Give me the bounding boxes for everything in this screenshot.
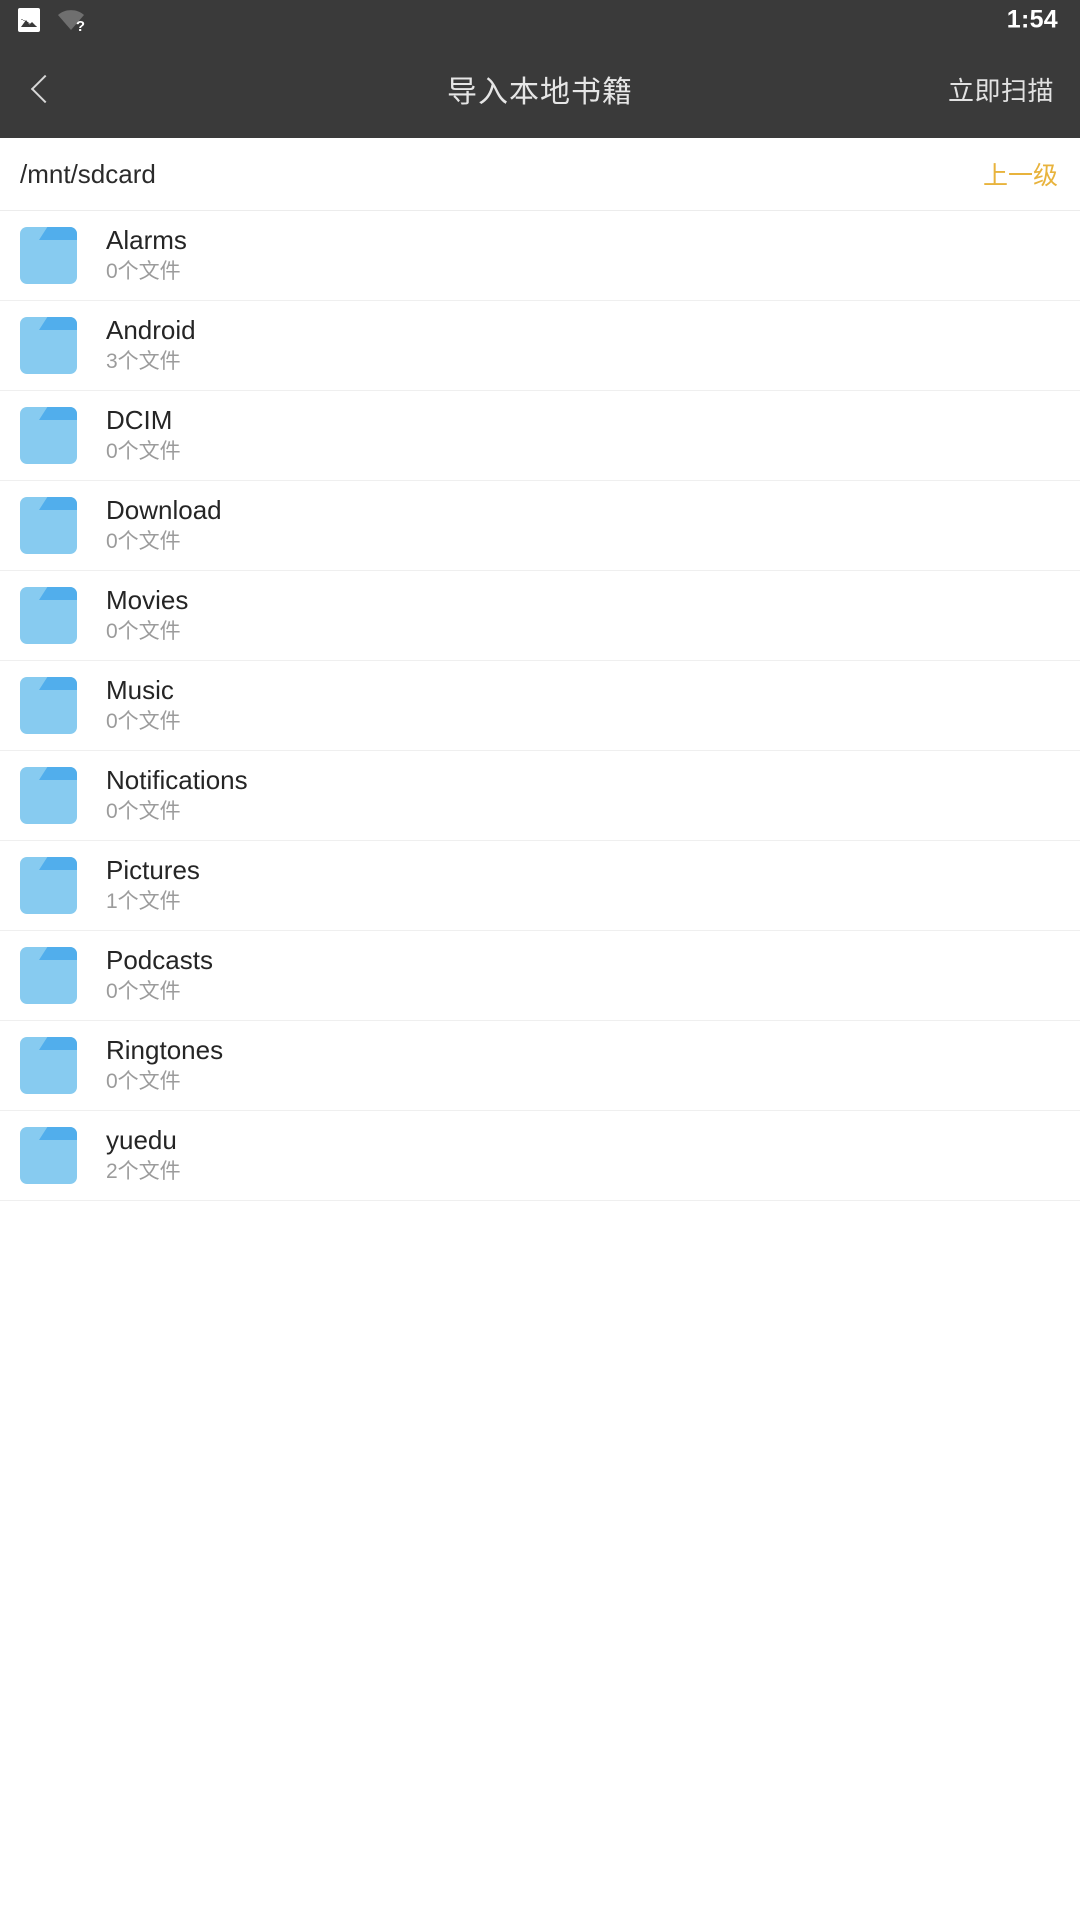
file-item-name: Podcasts — [106, 945, 213, 976]
file-item-meta: Ringtones 0个文件 — [106, 1036, 223, 1094]
app-bar: 导入本地书籍 立即扫描 — [0, 40, 1080, 138]
file-item-meta: Download 0个文件 — [106, 496, 222, 554]
status-bar: ? 1:54 — [0, 0, 1080, 40]
file-item-count: 0个文件 — [106, 530, 181, 554]
file-list-item[interactable]: Alarms 0个文件 — [0, 211, 1080, 301]
file-item-name: Download — [106, 495, 222, 526]
file-item-meta: Movies 0个文件 — [106, 586, 188, 644]
wifi-question-icon: ? — [56, 8, 86, 35]
file-item-count: 0个文件 — [106, 440, 181, 464]
folder-icon — [20, 317, 77, 374]
folder-icon-tab — [39, 767, 77, 780]
folder-icon-tab — [39, 857, 77, 870]
file-item-name: Ringtones — [106, 1035, 224, 1066]
file-item-meta: Pictures 1个文件 — [106, 856, 200, 914]
folder-icon — [20, 407, 77, 464]
file-item-meta: Podcasts 0个文件 — [106, 946, 213, 1004]
file-item-count: 0个文件 — [106, 710, 181, 734]
chevron-left-icon — [30, 74, 60, 104]
folder-icon — [20, 677, 77, 734]
folder-icon-tab — [39, 227, 77, 240]
folder-icon-tab — [39, 587, 77, 600]
folder-icon — [20, 587, 77, 644]
parent-directory-button[interactable]: 上一级 — [983, 156, 1058, 192]
file-item-meta: Notifications 0个文件 — [106, 766, 248, 824]
file-item-name: Movies — [106, 585, 189, 616]
file-list-item[interactable]: Movies 0个文件 — [0, 571, 1080, 661]
file-item-count: 0个文件 — [106, 800, 181, 824]
file-list-item[interactable]: Notifications 0个文件 — [0, 751, 1080, 841]
file-item-name: Notifications — [106, 765, 248, 796]
folder-icon — [20, 1037, 77, 1094]
wifi-question-badge: ? — [75, 18, 85, 35]
folder-icon — [20, 857, 77, 914]
folder-icon-tab — [39, 407, 77, 420]
folder-icon — [20, 497, 77, 554]
folder-icon — [20, 767, 77, 824]
file-item-count: 2个文件 — [106, 1160, 181, 1184]
file-item-count: 3个文件 — [106, 350, 181, 374]
back-button[interactable] — [0, 40, 84, 138]
file-item-meta: Alarms 0个文件 — [106, 226, 187, 284]
file-item-meta: DCIM 0个文件 — [106, 406, 181, 464]
file-item-name: Music — [106, 675, 174, 706]
file-item-count: 0个文件 — [106, 1070, 181, 1094]
folder-icon-tab — [39, 317, 77, 330]
file-item-count: 0个文件 — [106, 260, 181, 284]
page-title: 导入本地书籍 — [447, 76, 633, 109]
current-path: /mnt/sdcard — [20, 158, 156, 189]
file-item-meta: Android 3个文件 — [106, 316, 196, 374]
file-list: Alarms 0个文件 Android 3个文件 DCIM 0个文件 Download 0个文… — [0, 211, 1080, 1201]
file-item-name: yuedu — [106, 1125, 177, 1156]
status-bar-icons: ? — [18, 8, 86, 35]
file-item-count: 0个文件 — [106, 620, 181, 644]
folder-icon — [20, 1127, 77, 1184]
file-list-item[interactable]: Pictures 1个文件 — [0, 841, 1080, 931]
file-item-count: 0个文件 — [106, 980, 181, 1004]
scan-now-button[interactable]: 立即扫描 — [948, 71, 1054, 108]
file-list-item[interactable]: Ringtones 0个文件 — [0, 1021, 1080, 1111]
file-list-item[interactable]: Music 0个文件 — [0, 661, 1080, 751]
file-list-item[interactable]: Podcasts 0个文件 — [0, 931, 1080, 1021]
file-list-item[interactable]: Android 3个文件 — [0, 301, 1080, 391]
folder-icon-tab — [39, 1127, 77, 1140]
file-item-name: Alarms — [106, 225, 187, 256]
folder-icon-tab — [39, 497, 77, 510]
folder-icon — [20, 227, 77, 284]
folder-icon — [20, 947, 77, 1004]
folder-icon-tab — [39, 1037, 77, 1050]
folder-icon-tab — [39, 677, 77, 690]
file-item-name: DCIM — [106, 405, 173, 436]
path-bar: /mnt/sdcard 上一级 — [0, 138, 1080, 211]
file-item-count: 1个文件 — [106, 890, 181, 914]
file-item-meta: Music 0个文件 — [106, 676, 181, 734]
folder-icon-tab — [39, 947, 77, 960]
file-list-item[interactable]: yuedu 2个文件 — [0, 1111, 1080, 1201]
image-icon — [18, 8, 40, 32]
file-item-meta: yuedu 2个文件 — [106, 1126, 181, 1184]
file-item-name: Android — [106, 315, 196, 346]
file-list-item[interactable]: DCIM 0个文件 — [0, 391, 1080, 481]
file-item-name: Pictures — [106, 855, 200, 886]
file-list-item[interactable]: Download 0个文件 — [0, 481, 1080, 571]
status-bar-clock: 1:54 — [1006, 5, 1058, 34]
